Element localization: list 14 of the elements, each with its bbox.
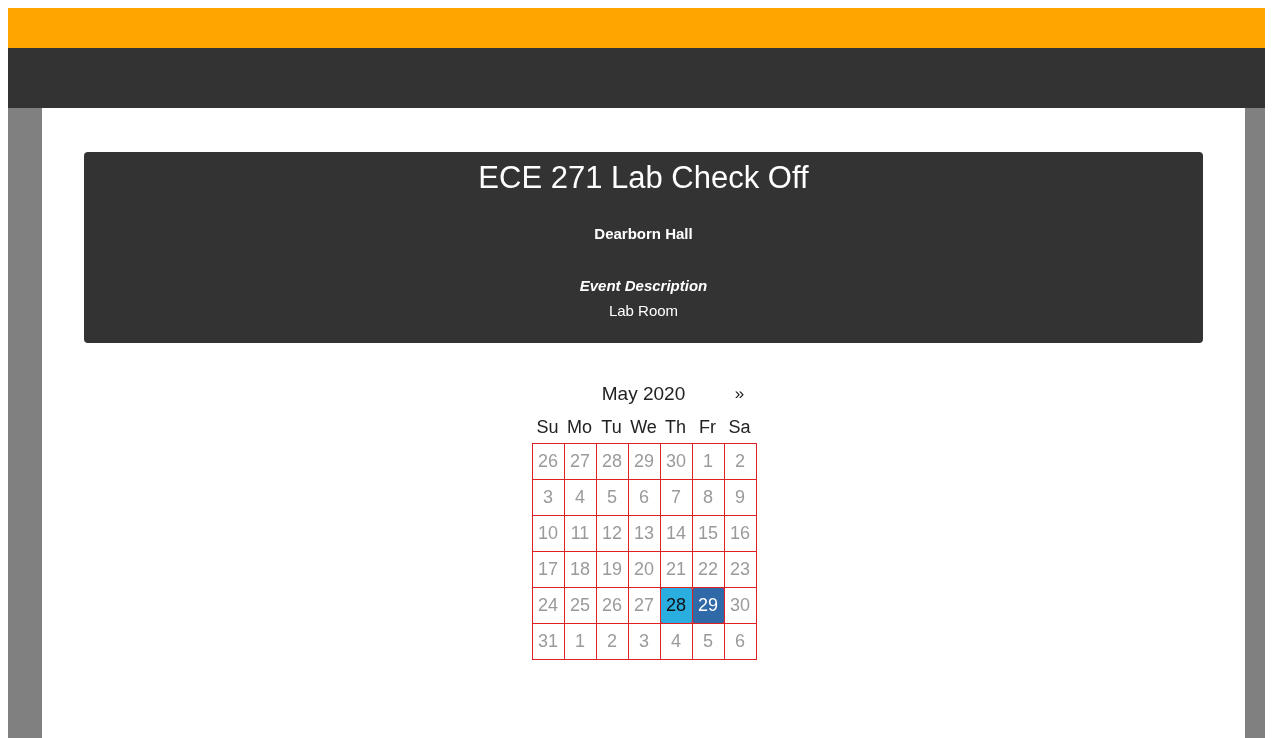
weekday-label: Fr xyxy=(698,416,717,439)
weekday-label: We xyxy=(629,416,658,439)
weekday-label: Su xyxy=(535,416,560,439)
weekday-label: Tu xyxy=(600,416,623,439)
next-month-button[interactable]: » xyxy=(723,377,756,411)
description-heading: Event Description xyxy=(579,276,708,296)
event-description: Lab Room xyxy=(608,301,679,321)
weekday-label: Mo xyxy=(566,416,593,439)
event-title: ECE 271 Lab Check Off xyxy=(478,159,809,197)
weekday-label: Th xyxy=(664,416,687,439)
month-title[interactable]: May 2020 xyxy=(563,377,724,411)
event-location: Dearborn Hall xyxy=(594,224,693,244)
weekday-label: Sa xyxy=(727,416,752,439)
day-cell[interactable]: 28 xyxy=(659,587,693,624)
